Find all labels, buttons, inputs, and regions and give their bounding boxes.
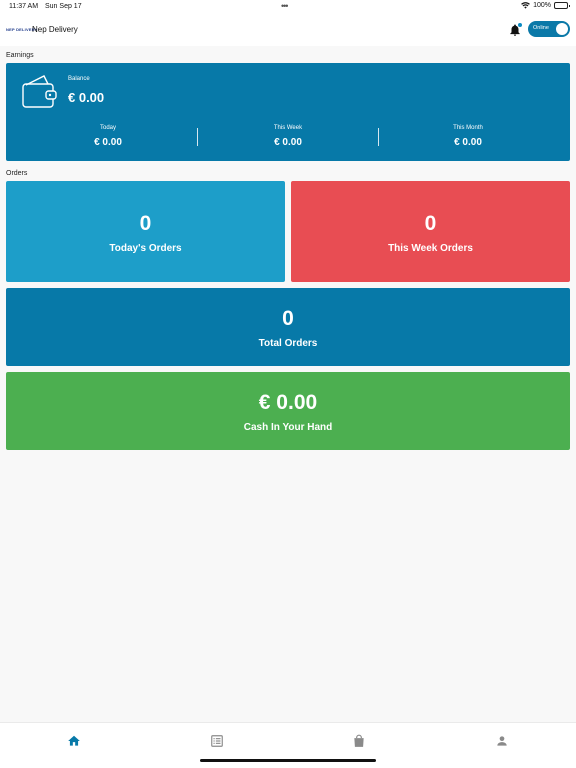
cash-in-hand-label: Cash In Your Hand [243,422,333,433]
profile-icon [497,736,507,746]
stat-week-value: € 0.00 [274,137,302,148]
nav-profile[interactable] [495,734,509,748]
week-orders-label: This Week Orders [388,243,473,254]
status-right: 100% [521,2,570,9]
total-orders-label: Total Orders [258,338,318,349]
toggle-label: Online [533,25,549,31]
balance-label: Balance [68,76,90,82]
multitasking-dots[interactable]: ••• [281,1,289,11]
stat-month-label: This Month [453,125,483,131]
total-orders-tile[interactable]: 0 Total Orders [6,288,570,366]
home-indicator[interactable] [200,759,376,762]
home-icon [68,735,80,746]
nav-bag[interactable] [352,734,366,748]
week-orders-tile[interactable]: 0 This Week Orders [291,181,570,282]
nav-orders[interactable] [210,734,224,748]
app-bar: NEP DELIVERY Nep Delivery Online [0,14,576,46]
total-orders-count: 0 [282,307,294,330]
battery-icon [554,2,570,9]
orders-list-icon [211,735,223,747]
status-time: 11:37 AM [9,3,39,10]
stat-today-value: € 0.00 [94,137,122,148]
battery-percent: 100% [533,2,551,9]
earnings-card: Balance € 0.00 Today € 0.00 This Week € … [6,63,570,161]
todays-orders-tile[interactable]: 0 Today's Orders [6,181,285,282]
stat-today: Today € 0.00 [14,125,202,148]
stat-month-value: € 0.00 [454,137,482,148]
earnings-heading: Earnings [6,52,34,59]
stat-today-label: Today [99,125,116,131]
notification-button[interactable] [508,23,522,37]
app-title: Nep Delivery [32,25,78,34]
cash-in-hand-tile[interactable]: € 0.00 Cash In Your Hand [6,372,570,450]
week-orders-count: 0 [424,212,437,235]
wifi-icon [521,2,530,9]
todays-orders-count: 0 [139,212,152,235]
status-date: Sun Sep 17 [45,3,82,10]
nav-home[interactable] [67,734,81,748]
orders-heading: Orders [6,170,28,177]
stat-month: This Month € 0.00 [374,125,562,148]
balance-value: € 0.00 [68,90,105,105]
status-bar: 11:37 AM Sun Sep 17 ••• 100% [0,0,576,14]
shopping-bag-icon [354,734,364,747]
stat-week-label: This Week [273,125,303,131]
stat-week: This Week € 0.00 [194,125,382,148]
notification-dot [518,23,522,27]
todays-orders-label: Today's Orders [109,243,182,254]
toggle-knob [556,23,568,35]
wallet-icon [22,75,57,108]
online-toggle[interactable]: Online [528,21,570,37]
cash-in-hand-value: € 0.00 [258,391,318,414]
